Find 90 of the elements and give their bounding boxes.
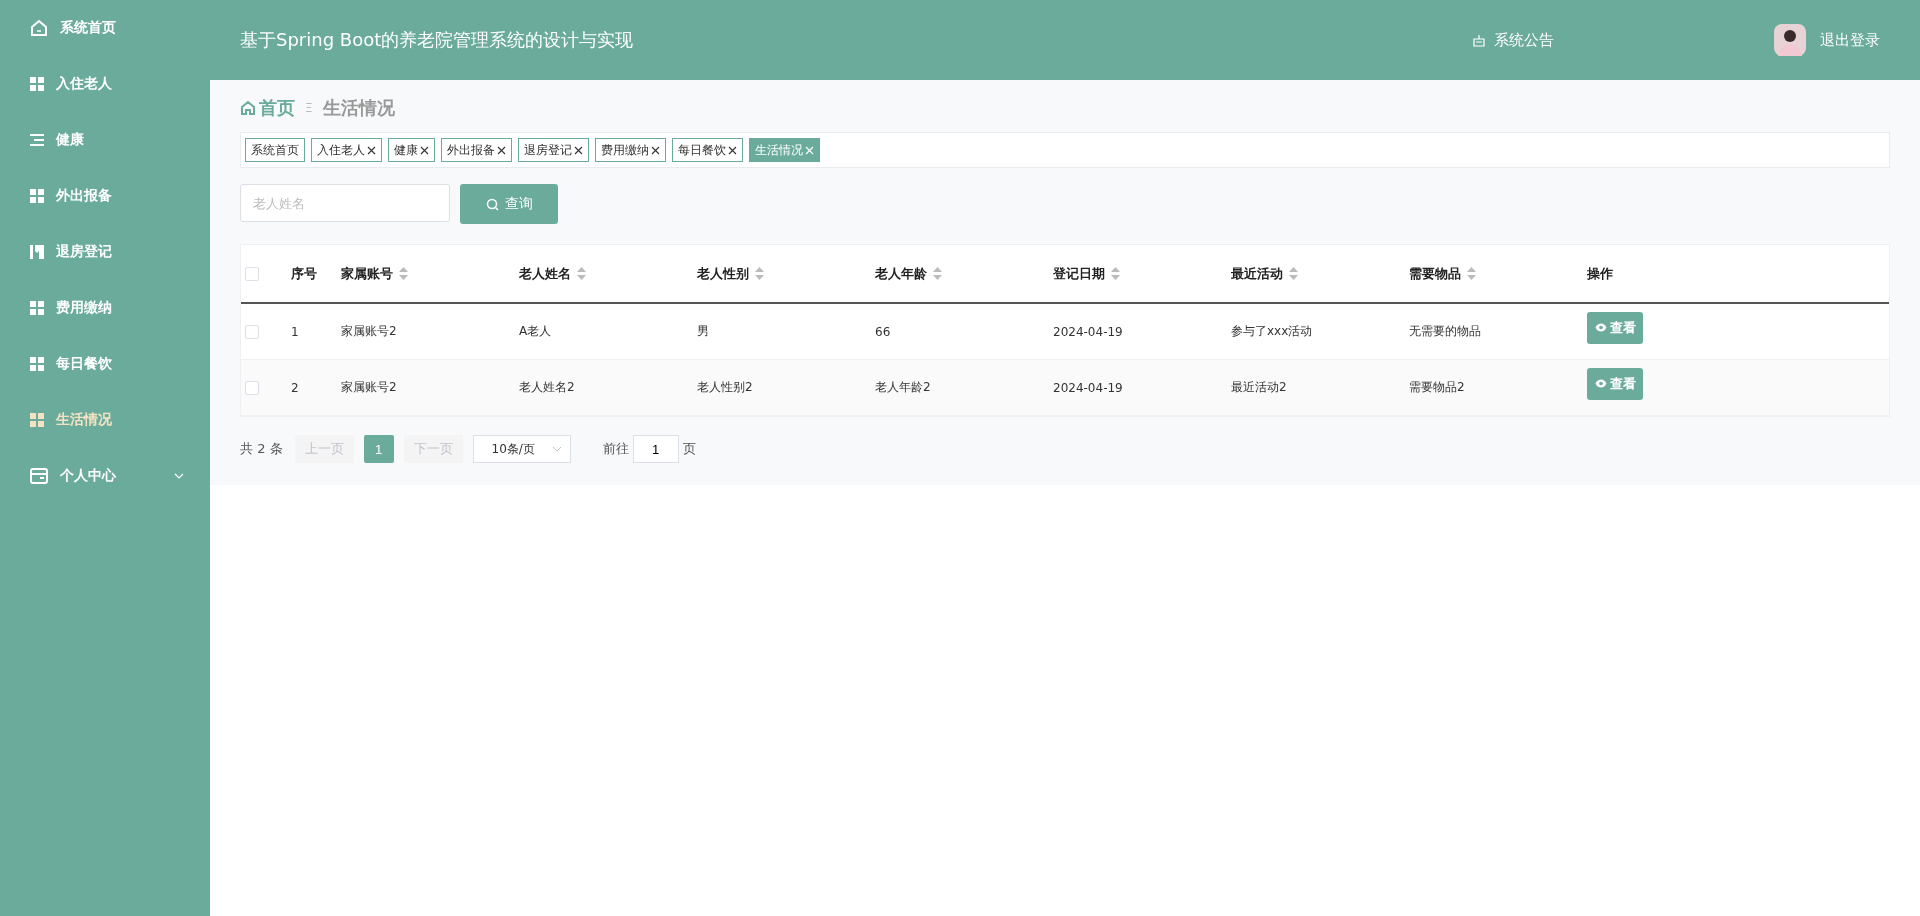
sort-icon[interactable] — [1111, 267, 1120, 280]
close-icon[interactable] — [420, 145, 429, 155]
table-cell-text: 2024-04-19 — [1053, 324, 1124, 339]
grid-icon — [30, 189, 44, 203]
tab[interactable]: 系统首页 — [245, 138, 305, 162]
column-header: 序号 — [291, 264, 317, 283]
table-cell-text: 最近活动2 — [1231, 379, 1288, 396]
sidebar-item[interactable]: 生活情况 — [0, 392, 210, 448]
column-header: 最近活动 — [1231, 264, 1283, 283]
page-size-select[interactable]: 10条/页 — [472, 435, 571, 463]
grid-icon — [30, 357, 44, 371]
view-button[interactable]: 查看 — [1587, 311, 1643, 344]
sidebar-item[interactable]: 个人中心 — [0, 448, 210, 504]
table-cell-text: 66 — [875, 324, 892, 339]
notice-link[interactable]: 系统公告 — [1472, 30, 1554, 50]
close-icon[interactable] — [574, 145, 583, 155]
close-icon[interactable] — [651, 145, 660, 155]
sidebar-item[interactable]: 系统首页 — [0, 0, 210, 56]
tab[interactable]: 退房登记 — [518, 138, 589, 162]
row-checkbox[interactable] — [245, 380, 259, 395]
close-icon[interactable] — [497, 145, 506, 155]
avatar — [1774, 24, 1806, 56]
sort-icon[interactable] — [1467, 267, 1476, 280]
table-cell-text: 无需要的物品 — [1409, 323, 1482, 340]
close-icon[interactable] — [367, 145, 376, 155]
breadcrumb-home[interactable]: 首页 — [240, 96, 295, 120]
view-button[interactable]: 查看 — [1587, 367, 1643, 400]
app-title: 基于Spring Boot的养老院管理系统的设计与实现 — [240, 28, 635, 52]
table-cell-text: 参与了xxx活动 — [1231, 323, 1314, 340]
tab[interactable]: 费用缴纳 — [595, 138, 666, 162]
tab[interactable]: 入住老人 — [311, 138, 382, 162]
table-cell-text: A老人 — [519, 323, 553, 340]
notice-icon — [1472, 33, 1486, 47]
list-icon — [30, 134, 44, 146]
grid-icon — [30, 301, 44, 315]
close-icon[interactable] — [728, 145, 737, 155]
column-header: 家属账号 — [341, 264, 393, 283]
table-cell-text: 家属账号2 — [341, 323, 398, 340]
sidebar-item[interactable]: 入住老人 — [0, 56, 210, 112]
tab[interactable]: 健康 — [388, 138, 435, 162]
breadcrumb-current: 生活情况 — [322, 96, 395, 120]
eye-icon — [1594, 379, 1607, 388]
sort-icon[interactable] — [399, 267, 408, 280]
home-icon — [240, 100, 256, 116]
page-number[interactable]: 1 — [363, 435, 394, 463]
column-header: 老人姓名 — [519, 264, 571, 283]
page-unit: 页 — [682, 440, 696, 458]
breadcrumb-separator: Ξ — [305, 101, 313, 115]
column-header: 操作 — [1587, 264, 1613, 283]
select-all-checkbox[interactable] — [245, 266, 259, 281]
column-header: 老人年龄 — [875, 264, 927, 283]
sort-icon[interactable] — [577, 267, 586, 280]
column-header: 登记日期 — [1053, 264, 1105, 283]
table-cell-text: 家属账号2 — [341, 379, 398, 396]
table-cell-text: 2 — [291, 380, 300, 395]
book-icon — [30, 245, 44, 259]
name-search-field[interactable]: 老人姓名 — [240, 184, 450, 222]
chevron-icon — [551, 446, 562, 452]
goto-page-field[interactable]: 1 — [632, 435, 679, 463]
table-cell-text: 2024-04-19 — [1053, 380, 1124, 395]
table-cell-text: 需要物品2 — [1409, 379, 1466, 396]
sort-icon[interactable] — [933, 267, 942, 280]
tab[interactable]: 外出报备 — [441, 138, 512, 162]
sidebar-item[interactable]: 退房登记 — [0, 224, 210, 280]
tab[interactable]: 生活情况 — [749, 138, 820, 162]
sidebar-item[interactable]: 健康 — [0, 112, 210, 168]
sidebar-item[interactable]: 每日餐饮 — [0, 336, 210, 392]
goto-label: 前往 — [602, 440, 629, 458]
sort-icon[interactable] — [755, 267, 764, 280]
search-icon — [485, 197, 499, 211]
column-header: 需要物品 — [1409, 264, 1461, 283]
table-cell-text: 男 — [697, 323, 710, 340]
table-cell-text: 老人年龄2 — [875, 379, 932, 396]
grid-icon — [30, 413, 44, 427]
column-header: 老人性别 — [697, 264, 749, 283]
logout-link[interactable]: 退出登录 — [1820, 30, 1880, 50]
total-count: 共 2 条 — [240, 440, 283, 458]
sort-icon[interactable] — [1289, 267, 1298, 280]
sidebar-item[interactable]: 外出报备 — [0, 168, 210, 224]
sidebar-item[interactable]: 费用缴纳 — [0, 280, 210, 336]
row-checkbox[interactable] — [245, 324, 259, 339]
home-icon — [30, 19, 48, 37]
card-icon — [30, 468, 48, 484]
table-cell-text: 1 — [291, 324, 300, 339]
search-button[interactable]: 查询 — [460, 184, 558, 224]
grid-icon — [30, 77, 44, 91]
table-cell-text: 老人姓名2 — [519, 379, 576, 396]
eye-icon — [1594, 323, 1607, 332]
table-cell-text: 老人性别2 — [697, 379, 754, 396]
tab[interactable]: 每日餐饮 — [672, 138, 743, 162]
